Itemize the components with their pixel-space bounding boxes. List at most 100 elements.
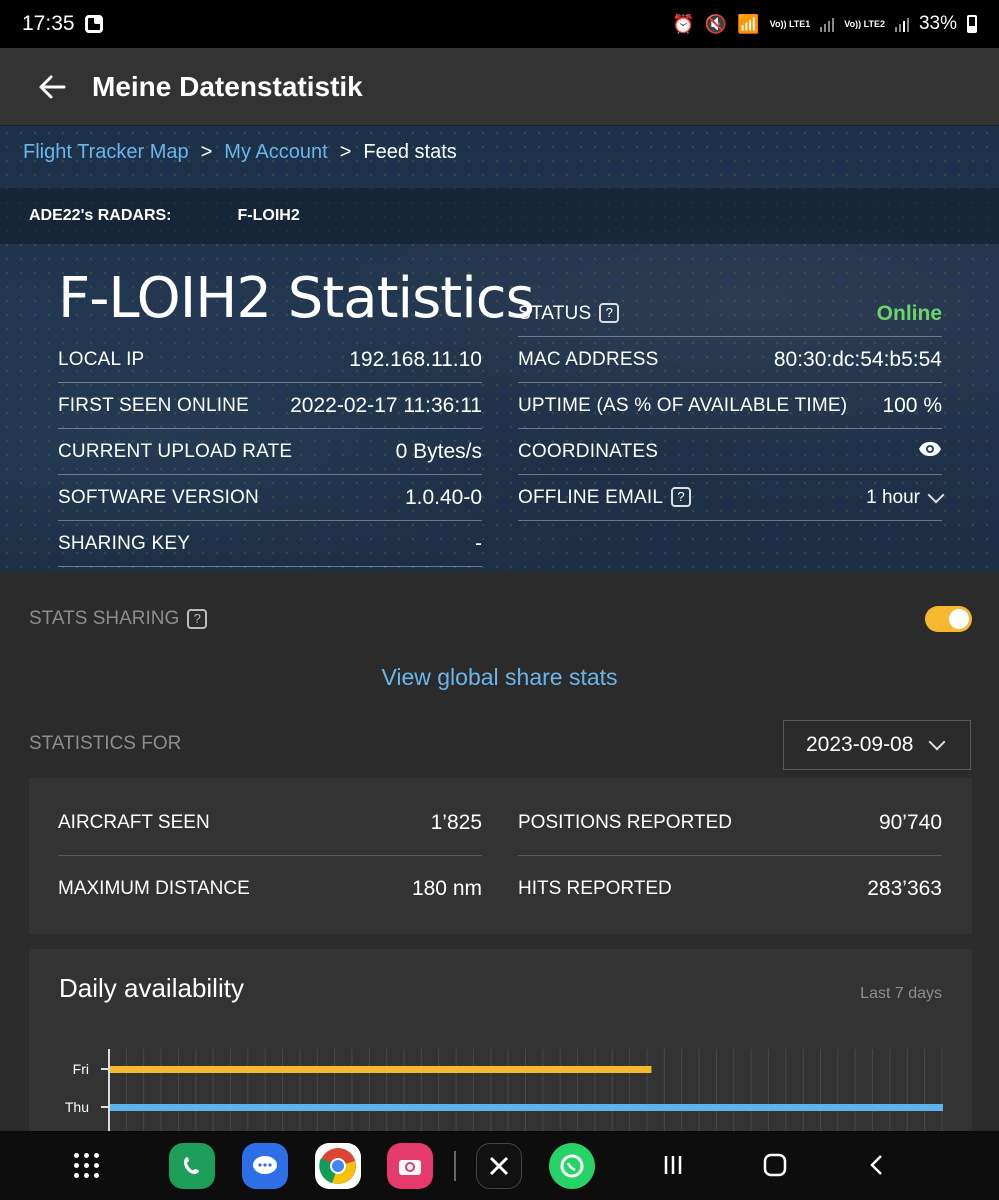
notification-icon xyxy=(84,15,103,33)
grid-menu-icon[interactable] xyxy=(74,1153,100,1179)
page-title: Meine Datenstatistik xyxy=(92,70,363,102)
availability-bar-fri xyxy=(110,1066,652,1073)
alarm-icon: ⏰ xyxy=(672,13,695,34)
uptime-label: UPTIME (AS % OF AVAILABLE TIME) xyxy=(518,394,848,416)
recent-apps-button[interactable] xyxy=(658,1147,688,1183)
offline-email-value: 1 hour xyxy=(866,486,920,508)
x-icon[interactable] xyxy=(476,1143,522,1189)
wifi-icon: 📶 xyxy=(737,13,760,34)
mute-icon: 🔇 xyxy=(704,13,728,34)
upload-rate-label: CURRENT UPLOAD RATE xyxy=(58,440,293,462)
nav-divider xyxy=(454,1151,456,1181)
offline-email-dropdown[interactable]: 1 hour xyxy=(866,486,945,509)
radar-tab-f-loih2[interactable]: F-LOIH2 xyxy=(238,207,300,225)
stats-right-col: POSITIONS REPORTED 90’740 HITS REPORTED … xyxy=(518,791,942,921)
clock: 17:35 xyxy=(22,12,75,35)
coordinates-row: COORDINATES xyxy=(518,429,942,475)
date-select[interactable]: 2023-09-08 xyxy=(783,720,971,770)
positions-reported-label: POSITIONS REPORTED xyxy=(518,812,732,833)
mac-address-value: 80:30:dc:54:b5:54 xyxy=(773,347,942,371)
status-value: Online xyxy=(876,301,942,325)
status-icons: ⏰ 🔇 📶 Vo)) LTE1 Vo)) LTE2 33% xyxy=(672,13,977,35)
chevron-down-icon xyxy=(928,733,946,751)
breadcrumb: Flight Tracker Map > My Account > Feed s… xyxy=(23,141,457,164)
battery-percent: 33% xyxy=(918,13,957,34)
offline-email-row: OFFLINE EMAIL? 1 hour xyxy=(518,475,945,521)
uptime-value: 100 % xyxy=(882,393,942,417)
y-tick-label: Fri xyxy=(73,1061,89,1077)
statistics-for-label: STATISTICS FOR xyxy=(29,733,182,754)
software-version-label: SOFTWARE VERSION xyxy=(58,486,259,508)
messages-icon[interactable] xyxy=(242,1143,288,1189)
view-global-share-stats-link[interactable]: View global share stats xyxy=(0,664,999,691)
offline-email-label-wrap: OFFLINE EMAIL? xyxy=(518,486,692,509)
lte2-indicator: Vo)) LTE2 xyxy=(844,18,885,29)
aircraft-seen-label: AIRCRAFT SEEN xyxy=(58,812,210,833)
chevron-down-icon xyxy=(927,486,945,503)
date-select-value: 2023-09-08 xyxy=(806,733,914,756)
first-seen-value: 2022-02-17 11:36:11 xyxy=(290,393,482,417)
max-distance-row: MAXIMUM DISTANCE 180 nm xyxy=(58,856,482,921)
back-button[interactable] xyxy=(862,1147,892,1183)
y-tick-label: Thu xyxy=(65,1099,89,1115)
help-icon[interactable]: ? xyxy=(671,487,692,508)
offline-email-label: OFFLINE EMAIL xyxy=(518,486,664,508)
hits-reported-value: 283’363 xyxy=(867,876,942,900)
sharing-key-value: - xyxy=(475,531,482,555)
aircraft-seen-value: 1’825 xyxy=(430,811,482,834)
breadcrumb-feed-stats: Feed stats xyxy=(363,141,457,163)
stats-sharing-toggle[interactable] xyxy=(925,606,972,632)
eye-icon[interactable] xyxy=(918,441,942,463)
whatsapp-icon[interactable] xyxy=(549,1143,595,1189)
back-arrow-icon[interactable] xyxy=(38,73,66,101)
breadcrumb-separator: > xyxy=(200,141,213,163)
daily-availability-card: Daily availability Last 7 days Fri Thu xyxy=(29,949,972,1131)
help-icon[interactable]: ? xyxy=(599,303,620,324)
sharing-key-row: SHARING KEY - xyxy=(58,521,482,567)
stats-sharing-row: STATS SHARING ? xyxy=(29,606,972,632)
lte1-indicator: Vo)) LTE1 xyxy=(769,18,811,29)
breadcrumb-separator: > xyxy=(339,141,352,163)
breadcrumb-my-account[interactable]: My Account xyxy=(224,141,327,164)
status-label: STATUS xyxy=(518,302,592,324)
hits-reported-label: HITS REPORTED xyxy=(518,877,672,899)
help-icon[interactable]: ? xyxy=(187,609,208,629)
radars-label: ADE22's RADARS: xyxy=(29,207,172,224)
software-version-value: 1.0.40-0 xyxy=(404,485,482,509)
status-label-wrap: STATUS? xyxy=(518,302,620,325)
stats-sharing-label: STATS SHARING xyxy=(29,608,180,629)
stats-title: F-LOIH2 Statistics xyxy=(58,266,535,331)
home-button[interactable] xyxy=(760,1147,790,1183)
local-ip-label: LOCAL IP xyxy=(58,348,145,370)
positions-reported-row: POSITIONS REPORTED 90’740 xyxy=(518,791,942,856)
aircraft-seen-row: AIRCRAFT SEEN 1’825 xyxy=(58,791,482,856)
radar-selector-bar: ADE22's RADARS: F-LOIH2 xyxy=(0,188,999,244)
system-nav-bar xyxy=(0,1131,999,1200)
stats-left-col: AIRCRAFT SEEN 1’825 MAXIMUM DISTANCE 180… xyxy=(58,791,482,921)
daily-stats-card: AIRCRAFT SEEN 1’825 MAXIMUM DISTANCE 180… xyxy=(29,778,972,934)
availability-chart: Fri Thu xyxy=(65,1049,943,1131)
camera-icon[interactable] xyxy=(387,1143,433,1189)
status-row: STATUS? Online xyxy=(518,291,942,337)
phone-icon[interactable] xyxy=(169,1143,215,1189)
signal2-icon xyxy=(894,16,909,32)
positions-reported-value: 90’740 xyxy=(878,811,942,834)
device-info-left: LOCAL IP 192.168.11.10 FIRST SEEN ONLINE… xyxy=(58,337,482,567)
hits-reported-row: HITS REPORTED 283’363 xyxy=(518,856,942,921)
upload-rate-value: 0 Bytes/s xyxy=(395,439,482,463)
availability-bar-thu xyxy=(110,1104,943,1111)
local-ip-row: LOCAL IP 192.168.11.10 xyxy=(58,337,482,383)
max-distance-label: MAXIMUM DISTANCE xyxy=(58,877,250,899)
upload-rate-row: CURRENT UPLOAD RATE 0 Bytes/s xyxy=(58,429,482,475)
battery-icon xyxy=(967,15,977,33)
breadcrumb-flight-tracker-map[interactable]: Flight Tracker Map xyxy=(23,141,189,164)
coordinates-label: COORDINATES xyxy=(518,440,659,462)
status-bar: 17:35 ⏰ 🔇 📶 Vo)) LTE1 Vo)) LTE2 33% xyxy=(0,0,999,48)
mac-address-label: MAC ADDRESS xyxy=(518,348,659,370)
map-header: Flight Tracker Map > My Account > Feed s… xyxy=(0,126,999,572)
uptime-row: UPTIME (AS % OF AVAILABLE TIME) 100 % xyxy=(518,383,942,429)
chrome-icon[interactable] xyxy=(315,1143,361,1189)
device-info-right: STATUS? Online MAC ADDRESS 80:30:dc:54:b… xyxy=(518,291,945,521)
first-seen-label: FIRST SEEN ONLINE xyxy=(58,394,249,416)
software-version-row: SOFTWARE VERSION 1.0.40-0 xyxy=(58,475,482,521)
